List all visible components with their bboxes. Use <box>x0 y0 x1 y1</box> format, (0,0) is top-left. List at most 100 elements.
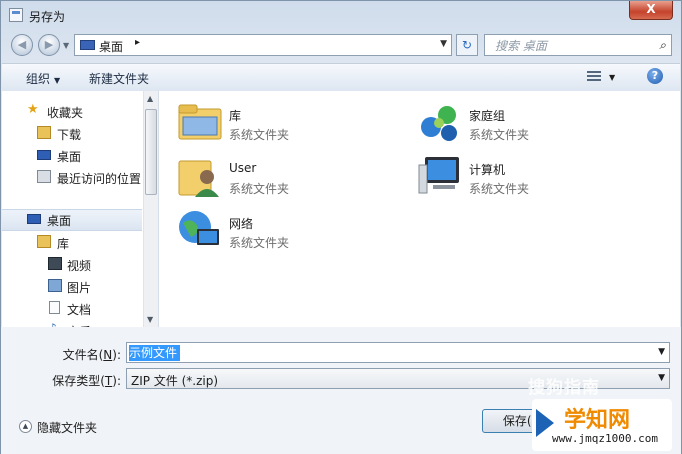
organize-label: 组织 <box>26 72 51 86</box>
sogou-watermark: 搜狗指南 <box>528 378 600 398</box>
filename-input[interactable] <box>129 344 649 361</box>
sidebar-item-libraries[interactable]: 库 <box>2 232 142 252</box>
picture-icon <box>48 279 62 292</box>
sidebar-item-recent-places[interactable]: 最近访问的位置 <box>2 167 142 187</box>
view-dropdown-icon[interactable]: ▼ <box>609 73 615 82</box>
sidebar-item-label: 库 <box>57 237 70 251</box>
navigation-pane: ★ 收藏夹 下载 桌面 最近访问的位置 桌面 库 视频 图片 文档 ▲ ▼ <box>2 91 159 327</box>
breadcrumb-chevron-icon[interactable]: ▸ <box>135 37 140 48</box>
library-icon <box>37 235 51 248</box>
item-name: 网络 <box>229 217 254 231</box>
item-name: 家庭组 <box>469 109 506 123</box>
window-icon <box>9 8 23 22</box>
sidebar-item-label: 桌面 <box>57 150 82 164</box>
search-box[interactable]: ⌕ <box>484 34 672 56</box>
sidebar-scrollbar[interactable]: ▲ ▼ <box>143 91 158 327</box>
item-name: 库 <box>229 109 242 123</box>
sidebar-item-documents[interactable]: 文档 <box>2 298 142 318</box>
item-type: 系统文件夹 <box>229 128 290 142</box>
filetype-dropdown-icon[interactable]: ▼ <box>658 373 665 383</box>
close-button[interactable]: X <box>629 1 673 20</box>
scroll-down-icon[interactable]: ▼ <box>147 315 153 324</box>
filename-access-key: N <box>103 348 113 362</box>
sidebar-item-label: 收藏夹 <box>47 106 84 120</box>
refresh-button[interactable]: ↻ <box>456 34 478 56</box>
list-item[interactable]: 计算机 系统文件夹 <box>417 153 647 201</box>
sidebar-item-favorites[interactable]: ★ 收藏夹 <box>2 101 142 121</box>
address-dropdown-icon[interactable]: ▼ <box>440 39 447 49</box>
title-bar[interactable]: 另存为 X <box>1 1 681 29</box>
item-name: 计算机 <box>469 163 506 177</box>
hide-folders-label: 隐藏文件夹 <box>37 421 98 435</box>
back-arrow-icon: ◀ <box>17 38 27 51</box>
list-item[interactable]: User 系统文件夹 <box>177 153 407 201</box>
address-location[interactable]: 桌面 <box>99 38 123 55</box>
scroll-up-icon[interactable]: ▲ <box>147 94 153 103</box>
computer-icon <box>418 157 459 194</box>
sidebar-item-pictures[interactable]: 图片 <box>2 276 142 296</box>
chevron-down-icon: ▼ <box>54 76 61 85</box>
filetype-label-text: 保存类型( <box>52 374 105 388</box>
chevron-up-icon: ▲ <box>19 420 32 433</box>
sidebar-item-label: 视频 <box>67 259 92 273</box>
organize-menu[interactable]: 组织 ▼ <box>26 70 60 87</box>
library-folder-icon <box>178 104 222 140</box>
window-title: 另存为 <box>29 10 66 24</box>
item-type: 系统文件夹 <box>469 128 530 142</box>
user-folder-icon <box>178 160 219 197</box>
filetype-label-suffix: ): <box>112 374 121 388</box>
filename-label: 文件名(N): <box>63 346 121 363</box>
filetype-value: ZIP 文件 (*.zip) <box>131 374 219 388</box>
search-icon[interactable]: ⌕ <box>659 38 666 53</box>
file-list: 库 系统文件夹 家庭组 系统文件夹 User 系统文件夹 计算机 系统文件夹 网… <box>159 91 680 327</box>
sidebar-item-label: 文档 <box>67 303 92 317</box>
back-button[interactable]: ◀ <box>11 34 33 56</box>
document-icon <box>49 301 60 314</box>
desktop-icon <box>37 150 51 160</box>
view-options-icon[interactable] <box>587 71 601 83</box>
sidebar-item-desktop-root[interactable]: 桌面 <box>2 209 142 231</box>
sidebar-item-label: 下载 <box>57 128 82 142</box>
sidebar-item-label: 图片 <box>67 281 92 295</box>
list-item[interactable]: 家庭组 系统文件夹 <box>417 99 647 147</box>
star-icon: ★ <box>27 102 39 117</box>
filename-field[interactable]: ▼ <box>126 342 670 363</box>
toolbar: 组织 ▼ 新建文件夹 ▼ ? <box>2 63 680 92</box>
sidebar-item-desktop[interactable]: 桌面 <box>2 145 142 165</box>
item-type: 系统文件夹 <box>469 182 530 196</box>
recent-places-icon <box>37 170 51 183</box>
help-icon[interactable]: ? <box>647 68 663 84</box>
filename-label-text: 文件名( <box>62 348 104 362</box>
sidebar-item-label: 桌面 <box>47 214 72 228</box>
recent-pages-dropdown[interactable]: ▼ <box>63 41 69 50</box>
list-item[interactable]: 网络 系统文件夹 <box>177 207 407 255</box>
item-name: User <box>229 161 257 175</box>
video-icon <box>48 257 62 270</box>
forward-arrow-icon: ▶ <box>44 38 54 51</box>
search-input[interactable] <box>493 36 647 56</box>
new-folder-button[interactable]: 新建文件夹 <box>89 70 149 87</box>
sidebar-item-downloads[interactable]: 下载 <box>2 123 142 143</box>
download-folder-icon <box>37 126 51 139</box>
refresh-icon: ↻ <box>461 38 473 52</box>
filename-label-suffix: ): <box>112 348 121 362</box>
filename-dropdown-icon[interactable]: ▼ <box>658 347 665 357</box>
sidebar-item-videos[interactable]: 视频 <box>2 254 142 274</box>
item-type: 系统文件夹 <box>229 182 290 196</box>
address-bar[interactable]: 桌面 ▸ ▼ <box>74 34 452 56</box>
sidebar-item-music[interactable]: ♪ 音乐 <box>2 320 142 327</box>
network-icon <box>179 211 219 245</box>
save-as-dialog: 另存为 X ◀ ▶ ▼ 桌面 ▸ ▼ ↻ ⌕ 组织▼ 新建文件夹 ▼ ? ★ 收… <box>0 0 682 454</box>
list-item[interactable]: 库 系统文件夹 <box>177 99 407 147</box>
forward-button[interactable]: ▶ <box>38 34 60 56</box>
brand-logo-icon <box>536 409 554 437</box>
brand-url: www.jmqz1000.com <box>552 432 658 445</box>
homegroup-icon <box>421 106 457 141</box>
brand-name: 学知网 <box>564 408 631 433</box>
scrollbar-thumb[interactable] <box>145 109 157 195</box>
desktop-icon <box>80 40 95 50</box>
sidebar-item-label: 最近访问的位置 <box>57 172 142 186</box>
filetype-label: 保存类型(T): <box>52 372 121 389</box>
desktop-icon <box>27 214 41 224</box>
item-type: 系统文件夹 <box>229 236 290 250</box>
